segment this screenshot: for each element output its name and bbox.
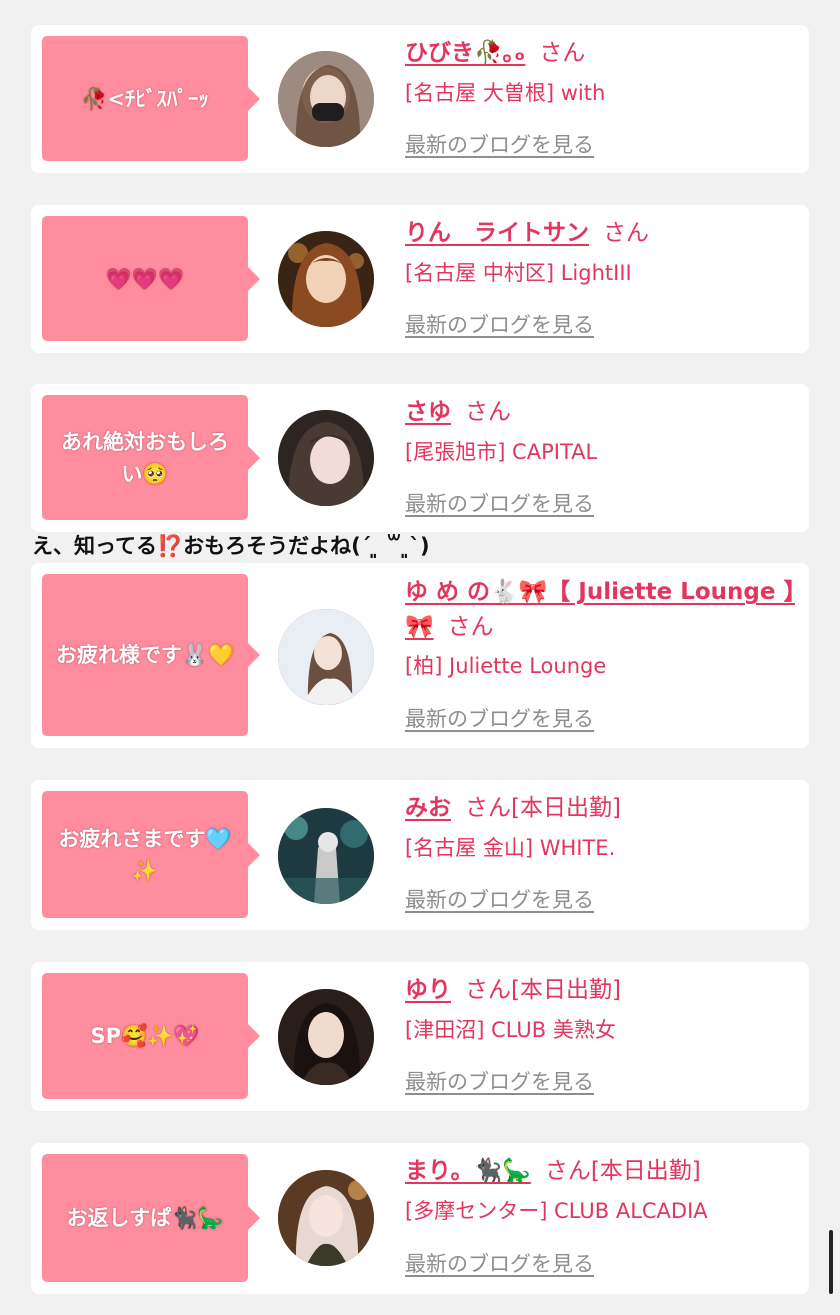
comment-text: お疲れ様です🐰💛 <box>55 643 235 667</box>
honorific: さん <box>544 1158 591 1184</box>
shop-label: [津田沼] CLUB 美熟女 <box>405 1018 616 1042</box>
latest-blog-link[interactable]: 最新のブログを見る <box>405 885 594 915</box>
user-card[interactable]: SP🥰✨💖 ゆり さん[本日出勤] [津田沼] CLUB 美熟女 最新のブログを見… <box>31 962 809 1111</box>
shop-label: [名古屋 中村区] LightIII <box>405 261 632 285</box>
comment-bubble: 🥀<ﾁﾋﾞｽﾊﾟｰｯ <box>42 36 260 161</box>
honorific: さん <box>465 977 511 1003</box>
user-name-link[interactable]: みお <box>405 795 451 821</box>
user-info: さゆ さん [尾張旭市] CAPITAL <box>405 396 799 467</box>
status-tag: [本日出勤] <box>590 1158 701 1184</box>
latest-blog-link[interactable]: 最新のブログを見る <box>405 310 594 340</box>
user-name-link[interactable]: りん ライトサン <box>405 220 589 246</box>
avatar[interactable] <box>278 609 374 705</box>
user-info: ゆ め の🐇🎀【 Juliette Lounge 】🎀 さん [柏] Juliet… <box>405 575 799 681</box>
blog-feed: 🥀<ﾁﾋﾞｽﾊﾟｰｯ ひびき🥀｡ₒ さん [名古屋 大曽根] with 最新のブロ… <box>0 0 840 1315</box>
status-tag: [本日出勤] <box>511 795 621 821</box>
name-line: みお さん[本日出勤] <box>405 792 799 824</box>
name-line: まり。🐈‍⬛🦕 さん[本日出勤] <box>405 1155 799 1187</box>
shop-label: [多摩センター] CLUB ALCADIA <box>405 1199 708 1223</box>
user-info: みお さん[本日出勤] [名古屋 金山] WHITE. <box>405 792 799 863</box>
user-card[interactable]: 💗💗💗 りん ライトサン さん [名古屋 中村区] LightIII 最新のブログ… <box>31 205 809 353</box>
honorific: さん <box>539 40 586 66</box>
shop-label: [名古屋 大曽根] with <box>405 81 606 105</box>
user-card[interactable]: お返しすぱ🐈‍⬛🦕 まり。🐈‍⬛🦕 さん[本日出勤] [多摩センター] CLUB … <box>31 1143 809 1294</box>
comment-text: お疲れさまです🩵✨ <box>58 826 232 883</box>
comment-text: あれ絶対おもしろい🥺 <box>61 429 229 486</box>
user-name-link[interactable]: ひびき🥀｡ₒ <box>405 40 525 66</box>
avatar[interactable] <box>278 1170 374 1266</box>
user-card[interactable]: お疲れ様です🐰💛 ゆ め の🐇🎀【 Juliette Lounge 】🎀 さん [… <box>31 563 809 748</box>
comment-text: お返しすぱ🐈‍⬛🦕 <box>66 1206 224 1230</box>
avatar[interactable] <box>278 989 374 1085</box>
honorific: さん <box>447 614 494 640</box>
avatar[interactable] <box>278 410 374 506</box>
overlay-comment: え、知ってる⁉️おもろそうだよね(ˊ ͈ ꒳ ͈ˋ) <box>32 534 430 558</box>
user-info: まり。🐈‍⬛🦕 さん[本日出勤] [多摩センター] CLUB ALCADIA <box>405 1155 799 1226</box>
shop-label: [柏] Juliette Lounge <box>405 654 607 678</box>
user-card[interactable]: 🥀<ﾁﾋﾞｽﾊﾟｰｯ ひびき🥀｡ₒ さん [名古屋 大曽根] with 最新のブロ… <box>31 25 809 173</box>
user-name-link[interactable]: さゆ <box>405 399 451 425</box>
status-tag: [本日出勤] <box>511 977 621 1003</box>
latest-blog-link[interactable]: 最新のブログを見る <box>405 489 594 519</box>
comment-bubble: 💗💗💗 <box>42 216 260 341</box>
user-card[interactable]: あれ絶対おもしろい🥺 さゆ さん [尾張旭市] CAPITAL 最新のブログを見る <box>31 384 809 532</box>
comment-bubble: お疲れ様です🐰💛 <box>42 574 260 736</box>
shop-label: [名古屋 金山] WHITE. <box>405 836 616 860</box>
comment-bubble: お疲れさまです🩵✨ <box>42 791 260 918</box>
name-line: ゆり さん[本日出勤] <box>405 974 799 1006</box>
honorific: さん <box>465 399 511 425</box>
user-info: ゆり さん[本日出勤] [津田沼] CLUB 美熟女 <box>405 974 799 1045</box>
latest-blog-link[interactable]: 最新のブログを見る <box>405 704 594 734</box>
avatar[interactable] <box>278 231 374 327</box>
comment-text: 💗💗💗 <box>105 266 185 291</box>
user-card[interactable]: お疲れさまです🩵✨ みお さん[本日出勤] [名古屋 金山] WHITE. 最新の… <box>31 780 809 930</box>
user-name-link[interactable]: ゆり <box>405 977 451 1003</box>
honorific: さん <box>603 220 649 246</box>
user-info: ひびき🥀｡ₒ さん [名古屋 大曽根] with <box>405 37 799 108</box>
comment-bubble: SP🥰✨💖 <box>42 973 260 1099</box>
name-line: ひびき🥀｡ₒ さん <box>405 37 799 69</box>
name-line: ゆ め の🐇🎀【 Juliette Lounge 】🎀 さん <box>405 575 799 645</box>
latest-blog-link[interactable]: 最新のブログを見る <box>405 130 594 160</box>
avatar[interactable] <box>278 808 374 904</box>
avatar[interactable] <box>278 51 374 147</box>
honorific: さん <box>465 795 511 821</box>
comment-text: 🥀<ﾁﾋﾞｽﾊﾟｰｯ <box>81 86 209 111</box>
comment-text: SP🥰✨💖 <box>90 1024 200 1048</box>
shop-label: [尾張旭市] CAPITAL <box>405 440 598 464</box>
latest-blog-link[interactable]: 最新のブログを見る <box>405 1249 594 1279</box>
latest-blog-link[interactable]: 最新のブログを見る <box>405 1067 594 1097</box>
scrollbar[interactable] <box>829 1230 833 1294</box>
comment-bubble: お返しすぱ🐈‍⬛🦕 <box>42 1154 260 1282</box>
user-info: りん ライトサン さん [名古屋 中村区] LightIII <box>405 217 799 288</box>
user-name-link[interactable]: まり。🐈‍⬛🦕 <box>405 1158 531 1184</box>
comment-bubble: あれ絶対おもしろい🥺 <box>42 395 260 520</box>
name-line: さゆ さん <box>405 396 799 428</box>
name-line: りん ライトサン さん <box>405 217 799 249</box>
